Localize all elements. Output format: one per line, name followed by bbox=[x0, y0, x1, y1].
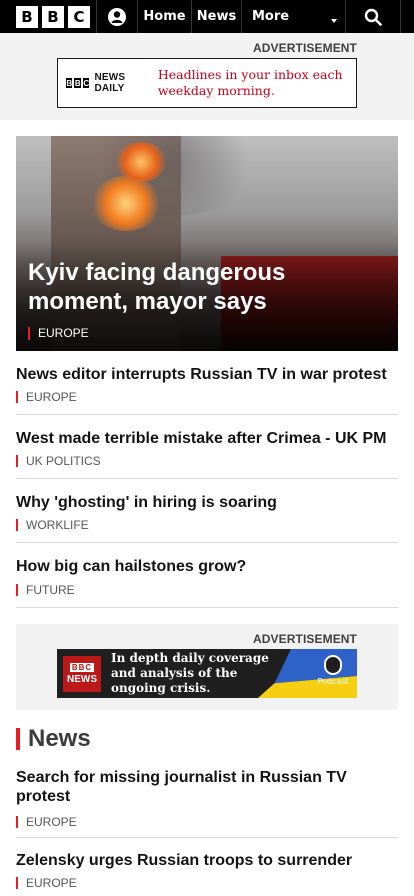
nav-news-link[interactable]: News bbox=[192, 0, 241, 33]
logo-letter: B bbox=[74, 78, 81, 88]
bbc-news-logo: BBC NEWS bbox=[63, 655, 101, 692]
hero-headline[interactable]: Kyiv facing dangerous moment, mayor says bbox=[28, 258, 328, 316]
microphone-icon bbox=[324, 655, 342, 675]
podcast-badge: Podcast bbox=[315, 653, 351, 694]
logo-letter: C bbox=[68, 5, 90, 28]
bbc-logo[interactable]: B B C bbox=[0, 0, 96, 33]
story-tag[interactable]: WORKLIFE bbox=[16, 519, 398, 531]
story-headline[interactable]: News editor interrupts Russian TV in war… bbox=[16, 365, 398, 384]
story-tag[interactable]: EUROPE bbox=[16, 877, 398, 889]
story-headline[interactable]: How big can hailstones grow? bbox=[16, 557, 398, 576]
hero-tag[interactable]: EUROPE bbox=[28, 327, 89, 340]
podcast-label: Podcast bbox=[317, 677, 349, 686]
story-headline[interactable]: West made terrible mistake after Crimea … bbox=[16, 429, 398, 448]
story-item[interactable]: Why 'ghosting' in hiring is soaring WORK… bbox=[16, 493, 398, 543]
logo-letter: B bbox=[16, 5, 38, 28]
search-button[interactable] bbox=[346, 0, 400, 33]
nav-divider bbox=[400, 0, 401, 33]
nav-more-label: More bbox=[252, 9, 290, 24]
ad-label: ADVERTISEMENT bbox=[253, 41, 357, 55]
chevron-down-icon bbox=[331, 18, 337, 23]
ad-container-mid: ADVERTISEMENT BBC NEWS In depth daily co… bbox=[16, 624, 398, 710]
story-tag[interactable]: EUROPE bbox=[16, 391, 398, 403]
ad-banner-newsletter[interactable]: B B C NEWS DAILY Headlines in your inbox… bbox=[57, 58, 357, 108]
section-heading-news[interactable]: News bbox=[16, 727, 91, 751]
search-icon bbox=[364, 8, 382, 26]
ad-label: ADVERTISEMENT bbox=[253, 632, 357, 646]
hero-image[interactable] bbox=[16, 136, 398, 351]
ad-text: Headlines in your inbox each weekday mor… bbox=[157, 67, 343, 98]
ad-brand: NEWS bbox=[67, 673, 97, 685]
story-item[interactable]: Search for missing journalist in Russian… bbox=[16, 768, 398, 838]
hero-image-fire bbox=[91, 176, 161, 231]
nav-more-menu[interactable]: More bbox=[242, 0, 345, 33]
bbc-news-daily-logo: B B C NEWS DAILY bbox=[66, 72, 136, 94]
story-item[interactable]: How big can hailstones grow? FUTURE bbox=[16, 557, 398, 608]
nav-home-link[interactable]: Home bbox=[138, 0, 191, 33]
user-icon bbox=[108, 7, 126, 26]
ad-text: In depth daily coverage and analysis of … bbox=[111, 651, 269, 695]
logo-letter: C bbox=[82, 78, 90, 88]
ad-container-top: ADVERTISEMENT B B C NEWS DAILY Headlines… bbox=[0, 33, 414, 120]
story-tag[interactable]: FUTURE bbox=[16, 584, 398, 596]
story-tag[interactable]: UK POLITICS bbox=[16, 455, 398, 467]
story-headline[interactable]: Why 'ghosting' in hiring is soaring bbox=[16, 493, 398, 512]
story-tag[interactable]: EUROPE bbox=[16, 816, 398, 828]
story-headline[interactable]: Zelensky urges Russian troops to surrend… bbox=[16, 851, 398, 870]
logo-letter: B bbox=[42, 5, 64, 28]
ad-banner-podcast[interactable]: BBC NEWS In depth daily coverage and ana… bbox=[57, 649, 357, 698]
story-item[interactable]: News editor interrupts Russian TV in war… bbox=[16, 365, 398, 415]
account-button[interactable] bbox=[97, 0, 137, 33]
story-item[interactable]: West made terrible mistake after Crimea … bbox=[16, 429, 398, 479]
hero-image-fire bbox=[116, 142, 166, 182]
ad-brand: NEWS DAILY bbox=[94, 72, 126, 94]
story-item[interactable]: Zelensky urges Russian troops to surrend… bbox=[16, 851, 398, 896]
ad-brand-small: BBC bbox=[69, 662, 95, 672]
top-nav: B B C Home News More bbox=[0, 0, 414, 33]
story-headline[interactable]: Search for missing journalist in Russian… bbox=[16, 768, 398, 806]
logo-letter: B bbox=[66, 78, 73, 88]
